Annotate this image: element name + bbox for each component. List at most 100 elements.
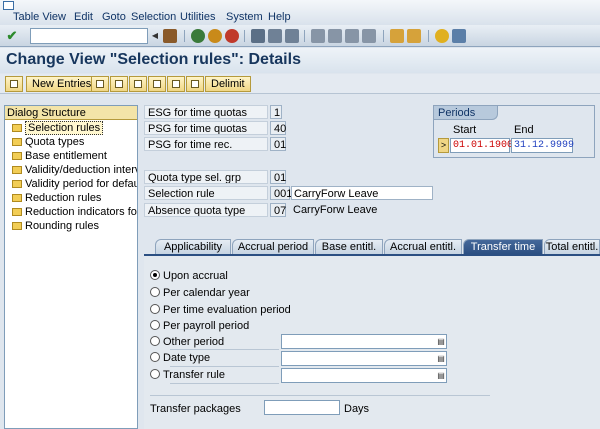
tree-item-label: Quota types: [25, 136, 85, 148]
help-icon[interactable]: [435, 29, 449, 43]
other-period-field[interactable]: ▤: [281, 334, 447, 349]
tree-item-label: Base entitlement: [25, 150, 107, 162]
tree-item-validity-period[interactable]: Validity period for defau: [5, 177, 137, 191]
folder-icon: [12, 180, 22, 188]
radio-upon-accrual[interactable]: Upon accrual: [150, 269, 228, 283]
value-help-icon[interactable]: ▤: [436, 353, 446, 364]
tree-item-selection-rules[interactable]: Selection rules: [5, 121, 137, 135]
menu-system[interactable]: System: [226, 10, 263, 24]
undo-change-icon[interactable]: [129, 76, 147, 92]
command-field[interactable]: [30, 28, 148, 44]
radio-label: Per payroll period: [163, 320, 250, 332]
toolbar-separator: [184, 30, 185, 42]
previous-entry-icon[interactable]: [148, 76, 166, 92]
exit-icon[interactable]: [208, 29, 222, 43]
tab-total-entitlement[interactable]: Total entitl.: [544, 239, 600, 254]
tree-item-validity-deduction[interactable]: Validity/deduction interv: [5, 163, 137, 177]
tree-item-label: Selection rules: [25, 121, 104, 135]
absence-quota-label: Absence quota type: [144, 203, 268, 217]
radio-icon: [150, 304, 160, 314]
radio-per-time-evaluation-period[interactable]: Per time evaluation period: [150, 303, 291, 317]
toolbar-separator: [428, 30, 429, 42]
menu-table-view[interactable]: Table View: [13, 10, 66, 24]
radio-label: Per time evaluation period: [163, 304, 291, 316]
menu-help[interactable]: Help: [268, 10, 291, 24]
tree-item-label: Validity/deduction interv: [25, 164, 137, 176]
back-icon[interactable]: [191, 29, 205, 43]
delete-icon[interactable]: [110, 76, 128, 92]
transfer-rule-field[interactable]: ▤: [281, 368, 447, 383]
tree-item-rounding-rules[interactable]: Rounding rules: [5, 219, 137, 233]
previous-page-icon[interactable]: [328, 29, 342, 43]
cancel-icon[interactable]: [225, 29, 239, 43]
create-shortcut-icon[interactable]: [407, 29, 421, 43]
first-page-icon[interactable]: [311, 29, 325, 43]
periods-box: Periods Start End > 01.01.1900 31.12.999…: [433, 105, 595, 158]
radio-icon: [150, 352, 160, 362]
radio-label: Date type: [163, 352, 211, 364]
toolbar-separator: [383, 30, 384, 42]
delimit-button[interactable]: Delimit: [205, 76, 251, 92]
selection-rule-label: Selection rule: [144, 186, 268, 200]
row-divider: [170, 366, 279, 367]
select-all-icon[interactable]: [186, 76, 204, 92]
menu-edit[interactable]: Edit: [74, 10, 93, 24]
psg-quotas-label: PSG for time quotas: [144, 121, 268, 135]
tab-accrual-entitlement[interactable]: Accrual entitl.: [384, 239, 462, 254]
save-icon[interactable]: [163, 29, 177, 43]
tree-item-label: Validity period for defau: [25, 178, 137, 190]
radio-icon: [150, 287, 160, 297]
transfer-packages-field[interactable]: [264, 400, 340, 415]
last-page-icon[interactable]: [362, 29, 376, 43]
enter-check-icon[interactable]: ✔: [4, 28, 20, 44]
row-select-marker[interactable]: >: [438, 138, 449, 153]
absence-quota-text: CarryForw Leave: [293, 204, 378, 216]
next-entry-icon[interactable]: [167, 76, 185, 92]
absence-quota-value: 07: [270, 203, 286, 217]
radio-checked-icon: [150, 270, 160, 280]
change-display-icon[interactable]: [5, 76, 23, 92]
radio-label: Per calendar year: [163, 287, 250, 299]
tree-item-quota-types[interactable]: Quota types: [5, 135, 137, 149]
end-date-field[interactable]: 31.12.9999: [511, 138, 574, 153]
tab-transfer-time[interactable]: Transfer time: [463, 239, 543, 254]
radio-other-period[interactable]: Other period: [150, 335, 224, 349]
radio-per-calendar-year[interactable]: Per calendar year: [150, 286, 250, 300]
tab-applicability[interactable]: Applicability: [155, 239, 231, 254]
radio-date-type[interactable]: Date type: [150, 351, 210, 365]
toolbar-separator: [304, 30, 305, 42]
new-session-icon[interactable]: [390, 29, 404, 43]
command-history-icon[interactable]: ◀: [150, 29, 160, 43]
next-page-icon[interactable]: [345, 29, 359, 43]
menu-bar: Table View Edit Goto Selection Utilities…: [0, 0, 600, 25]
tree-item-reduction-rules[interactable]: Reduction rules: [5, 191, 137, 205]
date-type-field[interactable]: ▤: [281, 351, 447, 366]
find-next-icon[interactable]: [285, 29, 299, 43]
psg-rec-label: PSG for time rec.: [144, 137, 268, 151]
value-help-icon[interactable]: ▤: [436, 336, 446, 347]
radio-icon: [150, 369, 160, 379]
value-help-icon[interactable]: ▤: [436, 370, 446, 381]
menu-utilities[interactable]: Utilities: [180, 10, 215, 24]
app-window-icon[interactable]: [3, 1, 14, 10]
copy-icon[interactable]: [91, 76, 109, 92]
menu-goto[interactable]: Goto: [102, 10, 126, 24]
layout-menu-icon[interactable]: [452, 29, 466, 43]
tab-accrual-period[interactable]: Accrual period: [232, 239, 314, 254]
radio-transfer-rule[interactable]: Transfer rule: [150, 368, 225, 382]
folder-open-icon: [12, 124, 22, 132]
radio-icon: [150, 320, 160, 330]
tab-base-entitlement[interactable]: Base entitl.: [315, 239, 383, 254]
tree-item-reduction-indicators[interactable]: Reduction indicators fo: [5, 205, 137, 219]
folder-icon: [12, 194, 22, 202]
row-divider: [170, 383, 279, 384]
tree-item-label: Reduction rules: [25, 192, 102, 204]
find-icon[interactable]: [268, 29, 282, 43]
tree-item-base-entitlement[interactable]: Base entitlement: [5, 149, 137, 163]
menu-selection[interactable]: Selection: [131, 10, 176, 24]
application-toolbar: New Entries Delimit: [0, 74, 600, 94]
new-entries-button[interactable]: New Entries: [26, 76, 98, 92]
print-icon[interactable]: [251, 29, 265, 43]
start-date-field[interactable]: 01.01.1900: [450, 138, 513, 153]
radio-per-payroll-period[interactable]: Per payroll period: [150, 319, 249, 333]
